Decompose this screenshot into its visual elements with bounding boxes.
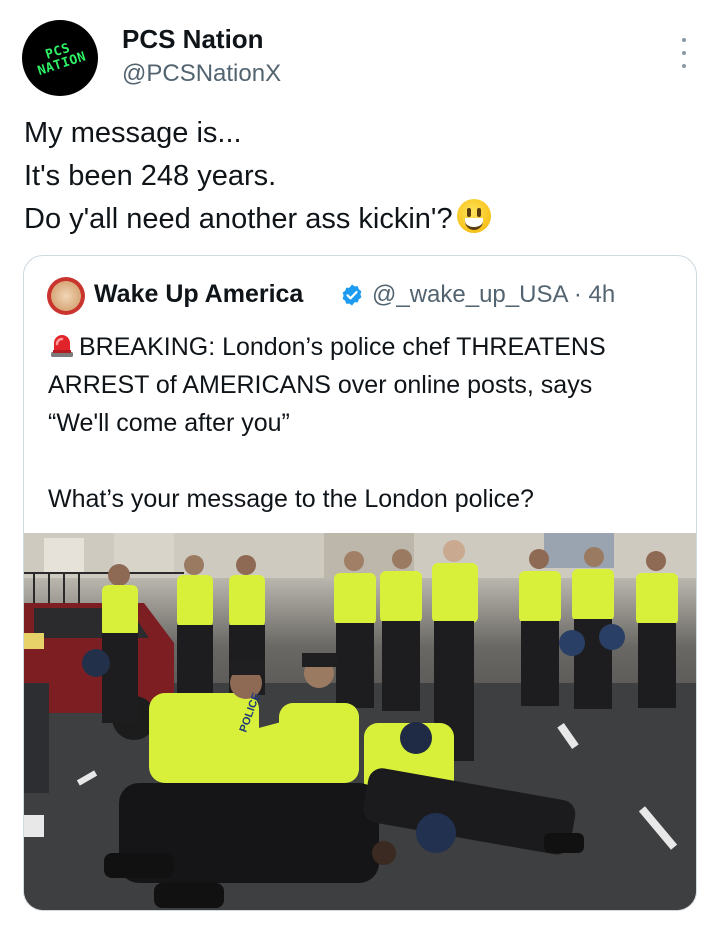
- author-name[interactable]: PCS Nation: [122, 24, 264, 55]
- quoted-line: BREAKING: London’s police chef THREATENS: [48, 328, 688, 366]
- quoted-author-name[interactable]: Wake Up America: [94, 280, 303, 309]
- quoted-line: ARREST of AMERICANS over online posts, s…: [48, 371, 593, 399]
- tweet-header: PCS NATION PCS Nation @PCSNationX: [22, 20, 702, 100]
- quoted-body: BREAKING: London’s police chef THREATENS…: [48, 328, 688, 518]
- verified-badge-icon: [342, 284, 362, 306]
- police-siren-icon: [51, 335, 73, 357]
- grinning-face-emoji-icon: [456, 199, 491, 233]
- avatar-logo: PCS NATION: [35, 40, 89, 80]
- media-photo[interactable]: POLICE: [24, 533, 696, 910]
- author-avatar[interactable]: PCS NATION: [22, 20, 98, 96]
- tweet-line: It's been 248 years.: [24, 160, 277, 192]
- author-handle[interactable]: @PCSNationX: [122, 60, 281, 88]
- tweet-line: Do y'all need another ass kickin'?: [24, 198, 694, 241]
- quoted-handle-time: @_wake_up_USA · 4h: [372, 281, 616, 308]
- tweet-line: My message is...: [24, 117, 242, 149]
- quoted-tweet-card[interactable]: Wake Up America @_wake_up_USA · 4h BREAK…: [23, 255, 697, 911]
- police-arrest-photo: POLICE: [24, 533, 696, 910]
- tweet-text: My message is... It's been 248 years. Do…: [24, 112, 694, 241]
- quoted-author-avatar[interactable]: [47, 277, 85, 315]
- quoted-question: What’s your message to the London police…: [48, 485, 534, 513]
- more-options-icon[interactable]: [672, 38, 696, 68]
- quoted-line: “We'll come after you”: [48, 409, 290, 437]
